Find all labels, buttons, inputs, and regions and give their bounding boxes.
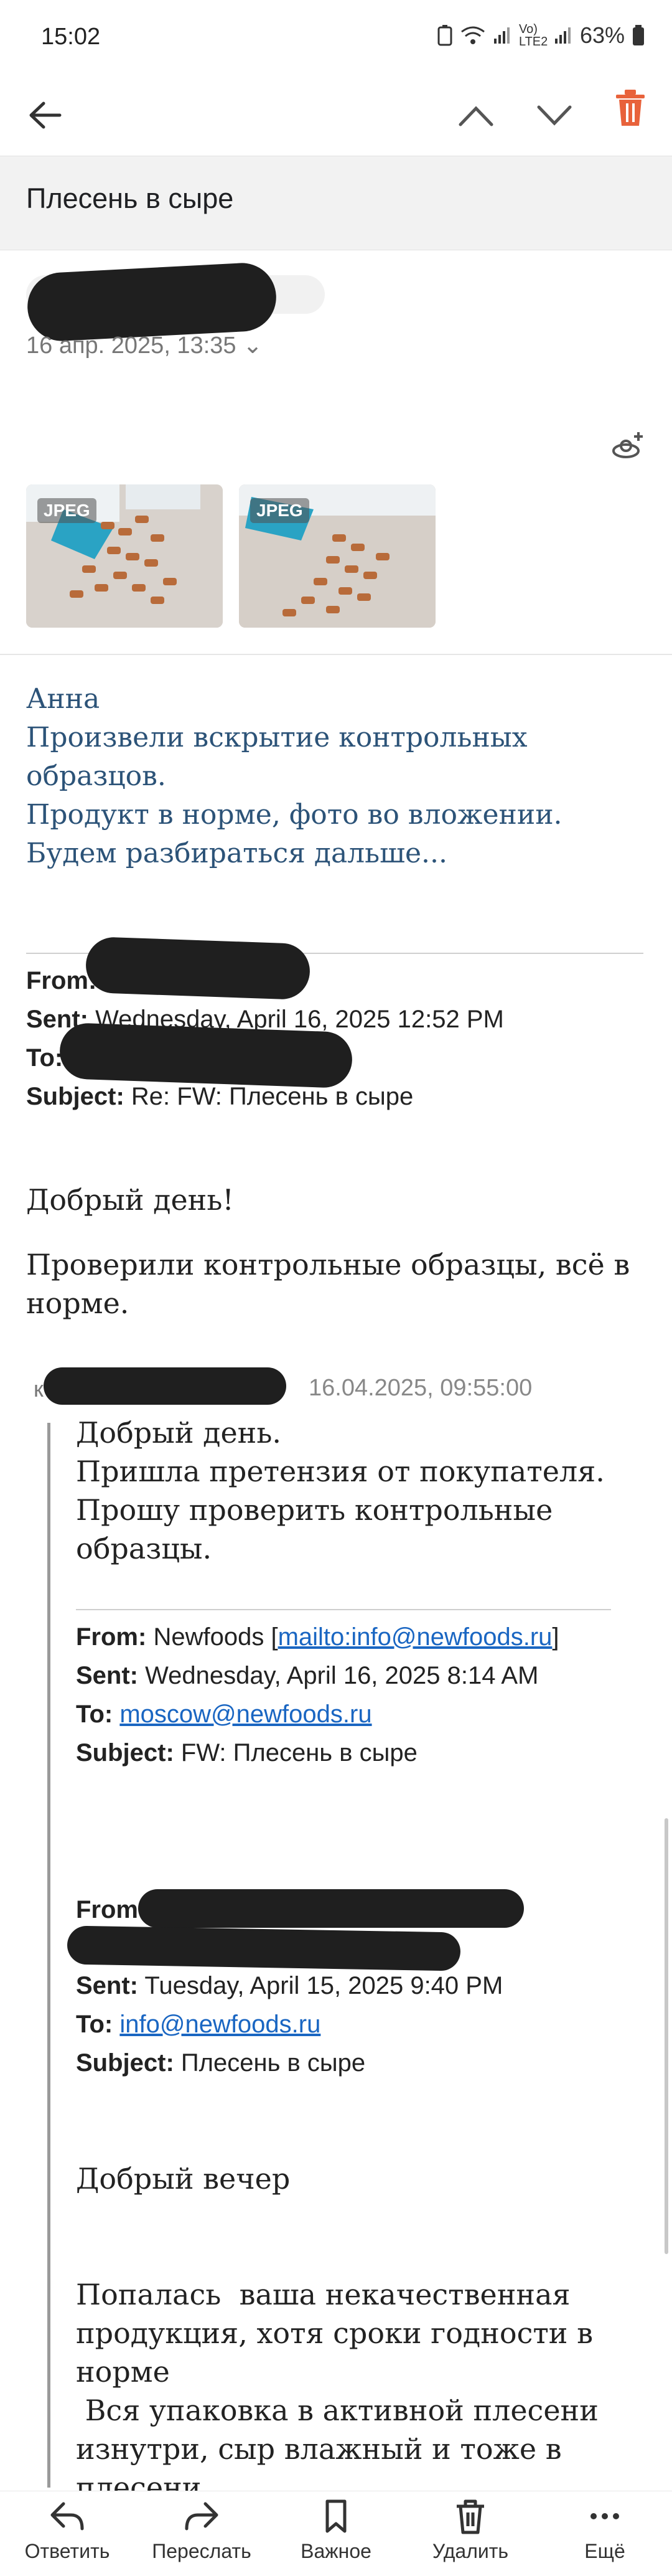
reply-line: Произвели вскрытие контрольных — [26, 722, 528, 753]
header-from: From: Newfoods [mailto:info@newfoods.ru] — [76, 1623, 559, 1651]
bookmark-icon — [325, 2499, 347, 2533]
email-subject: Плесень в сыре — [26, 182, 234, 214]
reply-line: Продукт в норме, фото во вложении. — [26, 799, 562, 831]
status-bar: 15:02 Vo) LTE2 63% — [0, 0, 672, 75]
network-label: Vo) LTE2 — [518, 22, 548, 49]
forward-label: Переслать — [152, 2540, 251, 2562]
quote-body: Добрый день. Пришла претензия от покупат… — [76, 1413, 605, 1568]
quote-line: Добрый день. — [76, 1416, 281, 1450]
message-line: норме — [76, 2355, 170, 2389]
attachment-thumbnail[interactable]: JPEG — [26, 484, 223, 628]
header-subject: Subject: Re: FW: Плесень в сыре — [26, 1083, 414, 1110]
arrow-left-icon[interactable] — [27, 100, 62, 131]
header-from: From — [76, 1896, 138, 1923]
important-button[interactable]: Важное — [274, 2498, 398, 2563]
chevron-up-icon[interactable] — [458, 105, 494, 127]
greeting: Добрый день! — [26, 1183, 234, 1217]
add-person-icon[interactable] — [611, 430, 646, 463]
reply-button[interactable]: Ответить — [5, 2498, 129, 2563]
reply-line: Анна — [26, 683, 100, 715]
battery-saver-icon — [437, 25, 452, 46]
status-time: 15:02 — [41, 24, 101, 50]
email-link[interactable]: moscow@newfoods.ru — [119, 1701, 371, 1728]
message-line: Вся упаковка в активной плесени — [76, 2394, 599, 2427]
important-label: Важное — [301, 2540, 371, 2562]
attachment-type-badge: JPEG — [37, 498, 96, 523]
email-link[interactable]: info@newfoods.ru — [119, 2011, 320, 2038]
trash-icon — [457, 2499, 484, 2534]
chevron-down-icon[interactable] — [536, 105, 572, 127]
header-sent: Sent: Wednesday, April 16, 2025 8:14 AM — [76, 1662, 539, 1689]
signal-icon — [493, 27, 510, 44]
trash-icon[interactable] — [614, 88, 647, 127]
header-subject: Subject: FW: Плесень в сыре — [76, 1739, 418, 1767]
delete-button[interactable]: Удалить — [408, 2498, 533, 2563]
forward-icon — [185, 2502, 218, 2531]
redaction — [44, 1367, 286, 1405]
delete-label: Удалить — [432, 2540, 509, 2562]
reply-line: Будем разбираться дальше... — [26, 837, 447, 869]
redaction — [26, 261, 278, 343]
message-body: Проверили контрольные образцы, всё в нор… — [26, 1248, 630, 1320]
reply-icon — [50, 2502, 84, 2531]
forward-button[interactable]: Переслать — [139, 2498, 264, 2563]
quote-date: 16.04.2025, 09:55:00 — [309, 1375, 533, 1401]
reply-body: Анна Произвели вскрытие контрольных обра… — [26, 680, 648, 873]
header-to: To: info@newfoods.ru — [76, 2011, 321, 2038]
redaction — [85, 936, 311, 1001]
attachment-type-badge: JPEG — [250, 498, 309, 523]
mailto-link[interactable]: mailto:info@newfoods.ru — [278, 1623, 553, 1651]
top-toolbar — [0, 75, 672, 156]
reply-line: образцов. — [26, 760, 166, 792]
quote-line: Прошу проверить контрольные — [76, 1493, 553, 1527]
quote-line: образцы. — [76, 1532, 212, 1565]
redaction — [67, 1925, 461, 1971]
header-subject: Subject: Плесень в сыре — [76, 2049, 366, 2077]
quote-line: Пришла претензия от покупателя. — [76, 1455, 605, 1488]
reply-label: Ответить — [24, 2540, 110, 2562]
attachment-thumbnail[interactable]: JPEG — [239, 484, 436, 628]
scrollbar[interactable] — [665, 1818, 668, 2254]
message-line: продукция, хотя сроки годности в — [76, 2316, 593, 2350]
message-line: изнутри, сыр влажный и тоже в — [76, 2432, 562, 2466]
sender-date[interactable]: 16 апр. 2025, 13:35 ⌄ — [26, 331, 263, 359]
header-sent: Sent: Tuesday, April 15, 2025 9:40 PM — [76, 1972, 503, 1999]
bottom-action-bar: Ответить Переслать Важное Удалить Ещё — [0, 2491, 672, 2576]
divider — [76, 1609, 611, 1610]
more-label: Ещё — [584, 2540, 625, 2562]
redaction — [138, 1889, 524, 1928]
battery-icon — [633, 25, 644, 45]
divider — [0, 654, 672, 655]
header-to: To: moscow@newfoods.ru — [76, 1701, 372, 1728]
header-to: To: — [26, 1044, 63, 1072]
battery-percent: 63% — [579, 22, 625, 48]
status-icons: Vo) LTE2 63% — [437, 22, 645, 49]
signal-icon-2 — [554, 27, 571, 44]
message-line: Попалась ваша некачественная — [76, 2278, 571, 2311]
more-button[interactable]: Ещё — [543, 2498, 667, 2563]
quote-bar — [47, 1423, 50, 2488]
more-icon — [590, 2513, 619, 2519]
subject-bar: Плесень в сыре — [0, 156, 672, 250]
quote-initial: к — [34, 1376, 44, 1402]
greeting: Добрый вечер — [76, 2162, 291, 2196]
wifi-icon — [461, 26, 485, 44]
